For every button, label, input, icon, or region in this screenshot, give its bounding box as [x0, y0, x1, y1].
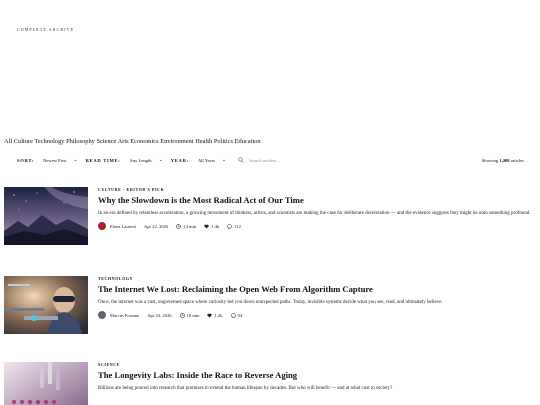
like-count: 1.4k — [211, 223, 220, 229]
article-excerpt: In an era defined by relentless accelera… — [98, 211, 531, 216]
comment-count: 94 — [237, 312, 243, 318]
article-excerpt: Billions are being poured into research … — [98, 386, 393, 391]
article-item[interactable]: CULTURE · EDITOR'S PICK Why the Slowdown… — [4, 187, 536, 249]
search-input[interactable]: Search archive... — [238, 157, 280, 163]
category-politics[interactable]: Politics — [214, 138, 235, 145]
heart-icon[interactable] — [207, 313, 213, 318]
article-title[interactable]: The Internet We Lost: Reclaiming the Ope… — [98, 284, 536, 294]
night-sky-mountains-image[interactable] — [4, 187, 88, 245]
author-name[interactable]: Marcus Kwame — [110, 313, 139, 318]
result-count: Showing 1,400 articles — [481, 157, 524, 163]
article-title[interactable]: The Longevity Labs: Inside the Race to R… — [98, 370, 536, 380]
category-economics[interactable]: Economics — [130, 138, 160, 145]
article-kicker: TECHNOLOGY — [98, 276, 134, 281]
pipette-samples-image[interactable] — [4, 362, 88, 405]
publish-date: Apr 22, 2026 — [143, 223, 169, 229]
category-technology[interactable]: Technology — [34, 138, 66, 145]
category-arts[interactable]: Arts — [118, 138, 131, 145]
filter-bar: SORT: Newest First ⌄ READ TIME: Any Leng… — [17, 155, 524, 165]
category-nav: All Culture Technology Philosophy Scienc… — [4, 138, 261, 145]
clock-icon — [176, 223, 182, 229]
article-meta: Marcus Kwame Apr 24, 2026 18 min 1.2k 94 — [98, 311, 536, 319]
article-meta: Elena Laurent Apr 22, 2026 14 min 1.4k 1… — [98, 222, 536, 230]
article-item[interactable]: SCIENCE The Longevity Labs: Inside the R… — [4, 362, 536, 405]
like-count: 1.2k — [214, 312, 223, 318]
read-time-value: Any Length — [129, 157, 152, 163]
comment-count: 112 — [234, 223, 241, 229]
sort-label: SORT: — [17, 157, 35, 163]
article-title[interactable]: Why the Slowdown is the Most Radical Act… — [98, 195, 536, 205]
category-health[interactable]: Health — [195, 138, 214, 145]
avatar — [98, 222, 106, 230]
year-select[interactable]: All Years ⌄ — [198, 157, 226, 163]
chevron-down-icon: ⌄ — [221, 157, 227, 163]
search-placeholder: Search archive... — [249, 157, 280, 163]
category-philosophy[interactable]: Philosophy — [66, 138, 96, 145]
comment-icon[interactable] — [227, 223, 232, 229]
article-excerpt: Once, the internet was a vast, ungoverne… — [98, 300, 443, 305]
lab-scientist-image[interactable] — [4, 276, 88, 334]
article-item[interactable]: TECHNOLOGY The Internet We Lost: Reclaim… — [4, 276, 536, 338]
sort-value: Newest First — [43, 157, 67, 163]
heart-icon[interactable] — [204, 224, 209, 229]
chevron-down-icon: ⌄ — [73, 157, 78, 163]
read-time: 14 min — [183, 223, 197, 229]
avatar — [98, 311, 106, 319]
article-kicker: CULTURE · EDITOR'S PICK — [98, 187, 165, 192]
year-value: All Years — [197, 157, 215, 163]
read-time-label: READ TIME: — [85, 157, 121, 163]
archive-eyebrow: COMPLETE ARCHIVE — [17, 27, 75, 32]
category-culture[interactable]: Culture — [14, 138, 35, 145]
comment-icon[interactable] — [230, 312, 236, 318]
category-all[interactable]: All — [4, 138, 14, 145]
author-name[interactable]: Elena Laurent — [110, 224, 136, 229]
year-label: YEAR: — [170, 157, 189, 163]
category-environment[interactable]: Environment — [160, 138, 195, 145]
article-kicker: SCIENCE — [98, 362, 120, 367]
read-time: 18 min — [186, 312, 200, 318]
category-science[interactable]: Science — [96, 138, 117, 145]
clock-icon — [179, 312, 185, 318]
search-icon — [238, 157, 244, 163]
category-education[interactable]: Education — [235, 138, 261, 145]
sort-select[interactable]: Newest First ⌄ — [43, 157, 78, 163]
read-time-select[interactable]: Any Length ⌄ — [129, 157, 162, 163]
publish-date: Apr 24, 2026 — [147, 312, 172, 318]
chevron-down-icon: ⌄ — [158, 157, 163, 163]
